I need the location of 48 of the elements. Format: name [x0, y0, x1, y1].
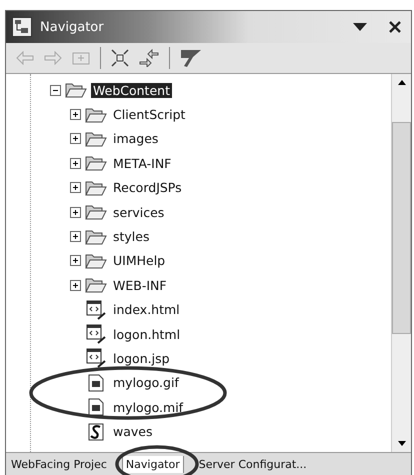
tree-item[interactable]: waves [111, 424, 154, 440]
collapse-all-icon[interactable] [111, 49, 129, 67]
filter-icon[interactable] [180, 48, 202, 68]
scrollbar[interactable] [391, 74, 411, 452]
view-tab[interactable]: WebFacing Projec [8, 456, 110, 472]
expand-toggle-icon[interactable] [70, 231, 81, 242]
expand-toggle-icon[interactable] [70, 280, 81, 291]
link-arrows-icon[interactable] [139, 49, 159, 67]
expand-toggle-icon[interactable] [70, 255, 81, 266]
folder-icon [85, 180, 107, 196]
view-tab[interactable]: Server Configurat... [196, 456, 310, 472]
tree-item[interactable]: META-INF [111, 156, 174, 171]
navigator-icon [12, 17, 32, 37]
tree-item[interactable]: styles [111, 229, 152, 244]
tree-item[interactable]: WebContent [91, 82, 172, 98]
tree-item[interactable]: images [111, 131, 160, 146]
folder-icon [85, 277, 107, 294]
dropdown-icon[interactable] [353, 23, 367, 31]
tree-item[interactable]: WEB-INF [111, 278, 169, 293]
tree-item[interactable]: RecordJSPs [111, 180, 184, 196]
tree-item[interactable]: index.html [111, 302, 182, 318]
folder-icon [85, 106, 107, 123]
collapse-toggle-icon[interactable] [50, 84, 61, 96]
folder-icon [85, 252, 107, 269]
tree-item[interactable]: services [111, 204, 166, 220]
folder-icon [65, 82, 87, 98]
folder-icon [85, 228, 107, 245]
expand-toggle-icon[interactable] [70, 182, 81, 194]
tree-item[interactable]: logon.html [111, 326, 182, 342]
expand-toggle-icon[interactable] [70, 206, 81, 218]
web-page-icon [85, 300, 107, 320]
web-page-icon [85, 324, 107, 344]
folder-icon [85, 155, 107, 172]
scroll-thumb[interactable] [392, 122, 411, 334]
web-page-icon [85, 348, 107, 368]
tree-item[interactable]: mylogo.mif [111, 400, 186, 415]
folder-icon [85, 130, 107, 147]
view-tab[interactable]: Navigator [122, 456, 184, 472]
tree-item[interactable]: UIMHelp [111, 253, 168, 268]
expand-toggle-icon[interactable] [70, 109, 81, 120]
close-icon[interactable] [389, 21, 401, 33]
window-title: Navigator [40, 20, 104, 34]
folder-icon [85, 204, 107, 220]
expand-toggle-icon[interactable] [70, 133, 81, 144]
expand-toggle-icon[interactable] [70, 158, 81, 169]
tree-item[interactable]: ClientScript [111, 107, 188, 122]
tree-item[interactable]: mylogo.gif [111, 375, 181, 390]
tree-item[interactable]: logon.jsp [111, 350, 172, 366]
